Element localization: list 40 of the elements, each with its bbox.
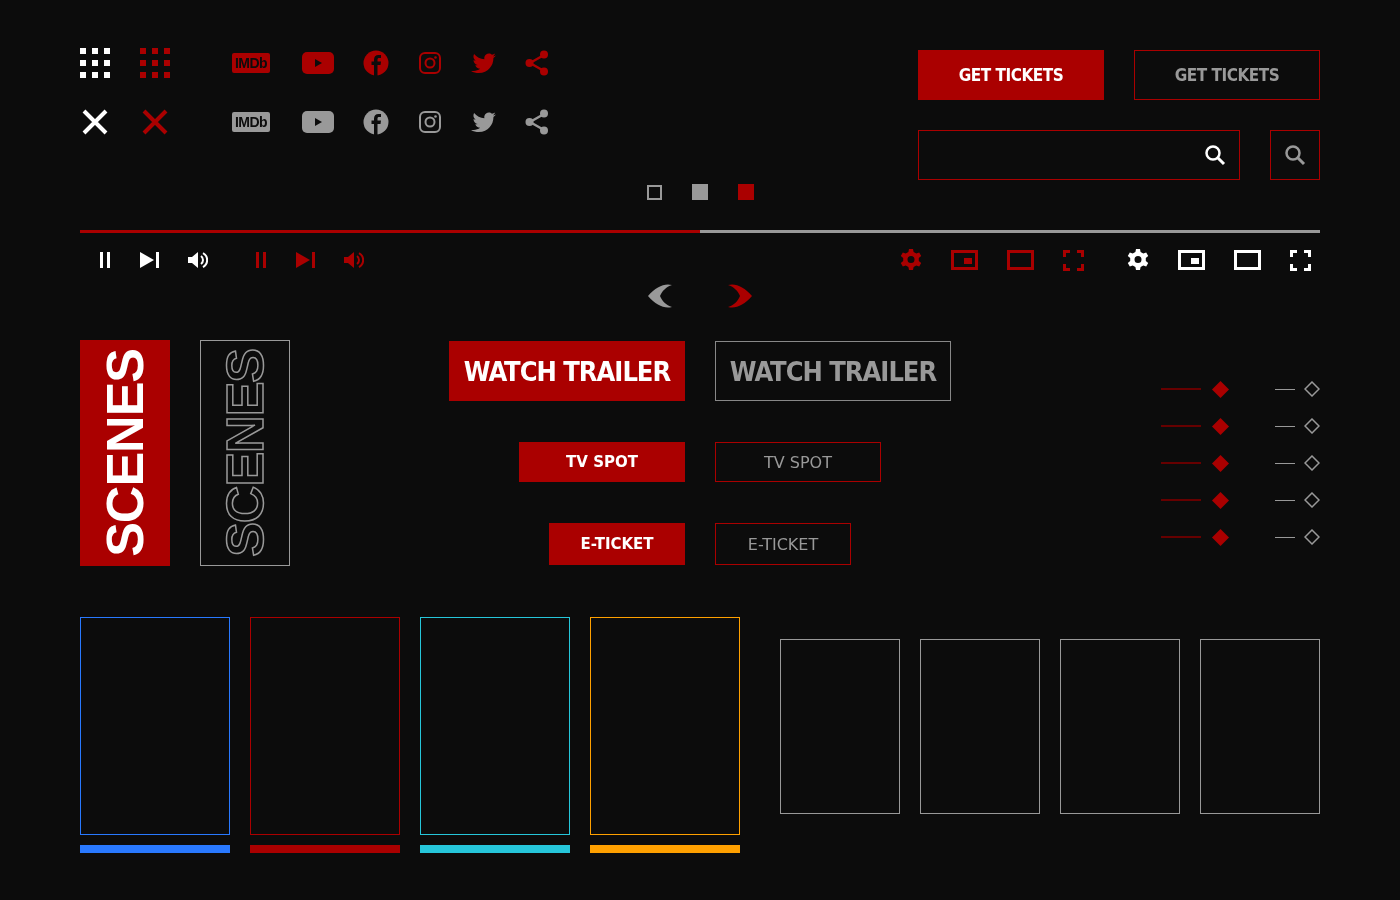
action-button[interactable]: TV SPOT xyxy=(519,442,685,482)
search-button[interactable] xyxy=(1270,130,1320,180)
camera-icon[interactable] xyxy=(419,111,441,133)
action-button[interactable]: TV SPOT xyxy=(715,442,881,482)
action-button[interactable]: E-TICKET xyxy=(549,523,685,565)
chevron-left-icon[interactable] xyxy=(646,283,674,309)
diamond-marker-icon xyxy=(1212,454,1229,472)
search-field[interactable] xyxy=(918,130,1240,180)
skip-next-icon[interactable] xyxy=(140,252,160,268)
action-button[interactable]: E-TICKET xyxy=(715,523,851,565)
get-tickets-button[interactable]: GET TICKETS xyxy=(918,50,1104,100)
get-tickets-button[interactable]: GET TICKETS xyxy=(1134,50,1320,100)
facebook-icon[interactable] xyxy=(363,109,389,135)
diamond-outline-icon xyxy=(1304,529,1320,545)
diamond-outline-icon xyxy=(1304,492,1320,508)
progress-track[interactable] xyxy=(80,230,1320,233)
pause-icon[interactable] xyxy=(100,252,110,268)
chevron-right-icon[interactable] xyxy=(726,283,754,309)
diamond-marker-icon xyxy=(1212,491,1229,509)
imdb-logo[interactable]: IMDb xyxy=(231,112,271,132)
share-icon[interactable] xyxy=(525,109,549,135)
diamond-marker-icon xyxy=(1212,417,1229,435)
diamond-outline-icon xyxy=(1304,418,1320,434)
scenes-tab[interactable]: SCENES xyxy=(200,340,290,566)
scenes-tab[interactable]: SCENES xyxy=(80,340,170,566)
action-button[interactable]: WATCH TRAILER xyxy=(715,341,951,401)
pager-square[interactable] xyxy=(646,184,662,200)
play-logo-icon[interactable] xyxy=(302,111,334,133)
search-icon xyxy=(1204,144,1226,166)
diamond-outline-icon xyxy=(1304,455,1320,471)
settings-icon[interactable] xyxy=(1127,249,1149,271)
pager-square[interactable] xyxy=(691,184,708,200)
action-button[interactable]: WATCH TRAILER xyxy=(449,341,685,401)
diamond-outline-icon xyxy=(1304,381,1320,397)
diamond-marker-icon xyxy=(1212,528,1229,546)
grid-menu-icon[interactable] xyxy=(80,48,110,78)
volume-icon[interactable] xyxy=(188,251,208,269)
search-icon xyxy=(1284,144,1306,166)
bird-icon[interactable] xyxy=(470,111,496,133)
diamond-marker-icon xyxy=(1212,380,1229,398)
